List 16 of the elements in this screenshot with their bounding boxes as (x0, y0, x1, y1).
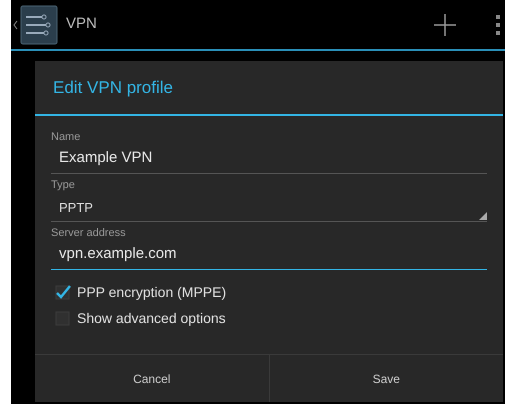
overflow-menu-icon[interactable] (495, 14, 501, 36)
checkbox-label: PPP encryption (MPPE) (77, 282, 226, 302)
back-caret-icon[interactable] (13, 20, 18, 30)
field-label: Type (51, 178, 76, 192)
field-label: Server address (51, 226, 127, 240)
dropdown-corner-icon (479, 212, 487, 220)
checked-checkbox[interactable] (55, 284, 71, 300)
screen-title: VPN (66, 14, 97, 34)
dialog-title: Edit VPN profile (53, 76, 173, 99)
add-icon[interactable] (434, 14, 456, 36)
type-dropdown[interactable]: PPTP (51, 192, 487, 222)
checkbox-label: Show advanced options (77, 308, 226, 328)
field-label: Name (51, 130, 82, 144)
text-field[interactable]: vpn.example.com (51, 240, 487, 270)
text-field[interactable]: Example VPN (51, 144, 487, 174)
vpn-settings-icon[interactable] (20, 4, 58, 44)
